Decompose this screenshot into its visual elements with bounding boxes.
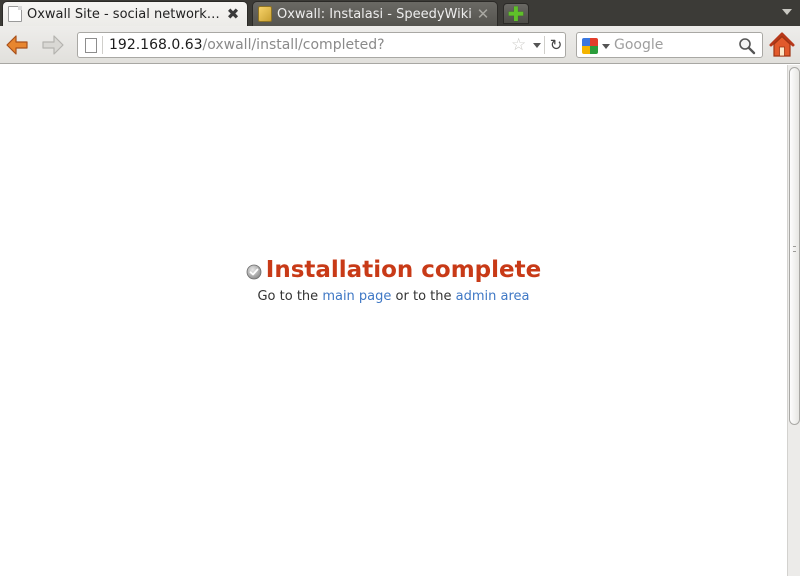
new-tab-button[interactable]: ✚ — [503, 3, 529, 24]
divider — [544, 36, 545, 54]
reload-icon[interactable]: ↻ — [547, 35, 565, 55]
search-placeholder: Google — [614, 37, 664, 53]
tab-oxwall-site[interactable]: Oxwall Site - social network… ✖ — [2, 1, 248, 26]
browser-toolbar: 192.168.0.63/oxwall/install/completed? ☆… — [0, 26, 800, 64]
page-content: Installation complete Go to the main pag… — [0, 65, 787, 576]
main-page-link[interactable]: main page — [322, 289, 391, 304]
check-icon — [246, 264, 262, 280]
url-host: 192.168.0.63 — [109, 37, 203, 53]
plus-icon: ✚ — [507, 1, 525, 26]
page-title: Installation complete — [265, 257, 542, 283]
install-complete-panel: Installation complete Go to the main pag… — [0, 257, 787, 304]
tab-title: Oxwall Site - social network… — [27, 6, 220, 22]
tab-speedywiki[interactable]: Oxwall: Instalasi - SpeedyWiki ✕ — [252, 1, 498, 26]
scrollbar-thumb[interactable] — [789, 67, 800, 425]
history-dropdown-icon[interactable] — [533, 43, 541, 48]
tab-menu-icon[interactable] — [782, 9, 792, 15]
url-path: /oxwall/install/completed? — [202, 37, 385, 53]
search-box[interactable]: Google — [576, 32, 763, 58]
next-steps-text: Go to the main page or to the admin area — [0, 289, 787, 304]
forward-button[interactable] — [40, 32, 66, 58]
divider — [102, 36, 103, 54]
wiki-icon — [258, 6, 272, 22]
vertical-scrollbar[interactable] — [787, 65, 800, 576]
close-tab-icon[interactable]: ✖ — [225, 6, 241, 22]
url-text[interactable]: 192.168.0.63/oxwall/install/completed? — [109, 37, 385, 53]
page-icon — [85, 38, 97, 53]
search-engine-dropdown-icon[interactable] — [602, 44, 610, 49]
back-arrow-icon — [6, 35, 28, 55]
scrollbar-grip — [793, 246, 796, 252]
sub-middle: or to the — [395, 289, 452, 304]
close-tab-icon[interactable]: ✕ — [475, 6, 491, 22]
back-button[interactable] — [4, 32, 30, 58]
bookmark-star-icon[interactable]: ☆ — [511, 35, 526, 55]
address-bar[interactable]: 192.168.0.63/oxwall/install/completed? ☆… — [77, 32, 566, 58]
heading-line: Installation complete — [0, 257, 787, 283]
page-icon — [8, 6, 22, 22]
sub-prefix: Go to the — [257, 289, 319, 304]
search-icon[interactable] — [738, 37, 756, 55]
forward-arrow-icon — [42, 35, 64, 55]
home-icon[interactable] — [768, 31, 796, 59]
google-icon[interactable] — [582, 38, 598, 54]
tab-title: Oxwall: Instalasi - SpeedyWiki — [277, 6, 472, 22]
tab-strip: Oxwall Site - social network… ✖ Oxwall: … — [0, 0, 800, 26]
admin-area-link[interactable]: admin area — [456, 289, 530, 304]
